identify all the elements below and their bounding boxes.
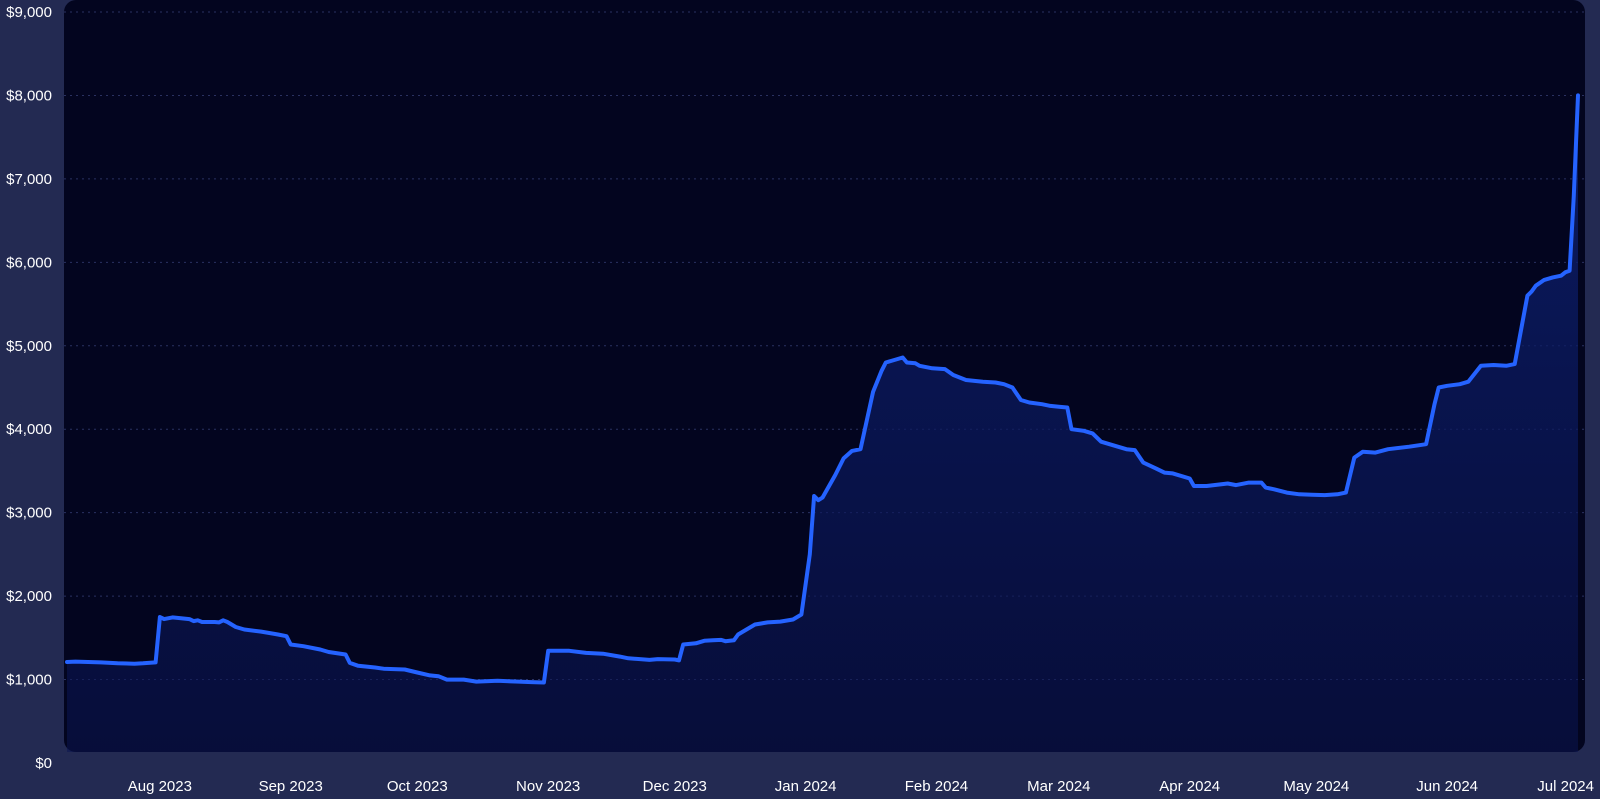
chart-root: $0 $1,000 $2,000 $3,000 $4,000 $5,000 $6,000 $7…: [0, 0, 1600, 799]
y-tick-label: $9,000: [6, 4, 52, 21]
series-area: [67, 95, 1578, 752]
y-tick-label: $5,000: [6, 338, 52, 355]
x-tick-label: Nov 2023: [516, 778, 580, 795]
x-tick-label: Feb 2024: [905, 778, 968, 795]
area-chart: $0 $1,000 $2,000 $3,000 $4,000 $5,000 $6,000 $7…: [6, 4, 1594, 795]
y-tick-label: $4,000: [6, 421, 52, 438]
x-tick-label: Oct 2023: [387, 778, 448, 795]
x-tick-label: Jun 2024: [1416, 778, 1478, 795]
y-tick-label: $1,000: [6, 672, 52, 689]
x-tick-label: Mar 2024: [1027, 778, 1090, 795]
y-tick-label: $0: [35, 755, 52, 772]
x-tick-label: Apr 2024: [1159, 778, 1220, 795]
y-axis: $0 $1,000 $2,000 $3,000 $4,000 $5,000 $6,000 $7…: [6, 4, 52, 772]
y-tick-label: $8,000: [6, 87, 52, 104]
x-tick-label: Sep 2023: [259, 778, 323, 795]
x-tick-label: Jul 2024: [1537, 778, 1594, 795]
x-tick-label: Jan 2024: [775, 778, 837, 795]
series-layer: [65, 93, 1580, 752]
y-tick-label: $7,000: [6, 171, 52, 188]
y-tick-label: $6,000: [6, 254, 52, 271]
x-tick-label: May 2024: [1283, 778, 1349, 795]
y-tick-label: $2,000: [6, 588, 52, 605]
y-tick-label: $3,000: [6, 505, 52, 522]
x-axis: Aug 2023 Sep 2023 Oct 2023 Nov 2023 Dec 2023…: [128, 778, 1594, 795]
x-tick-label: Dec 2023: [643, 778, 707, 795]
x-tick-label: Aug 2023: [128, 778, 192, 795]
